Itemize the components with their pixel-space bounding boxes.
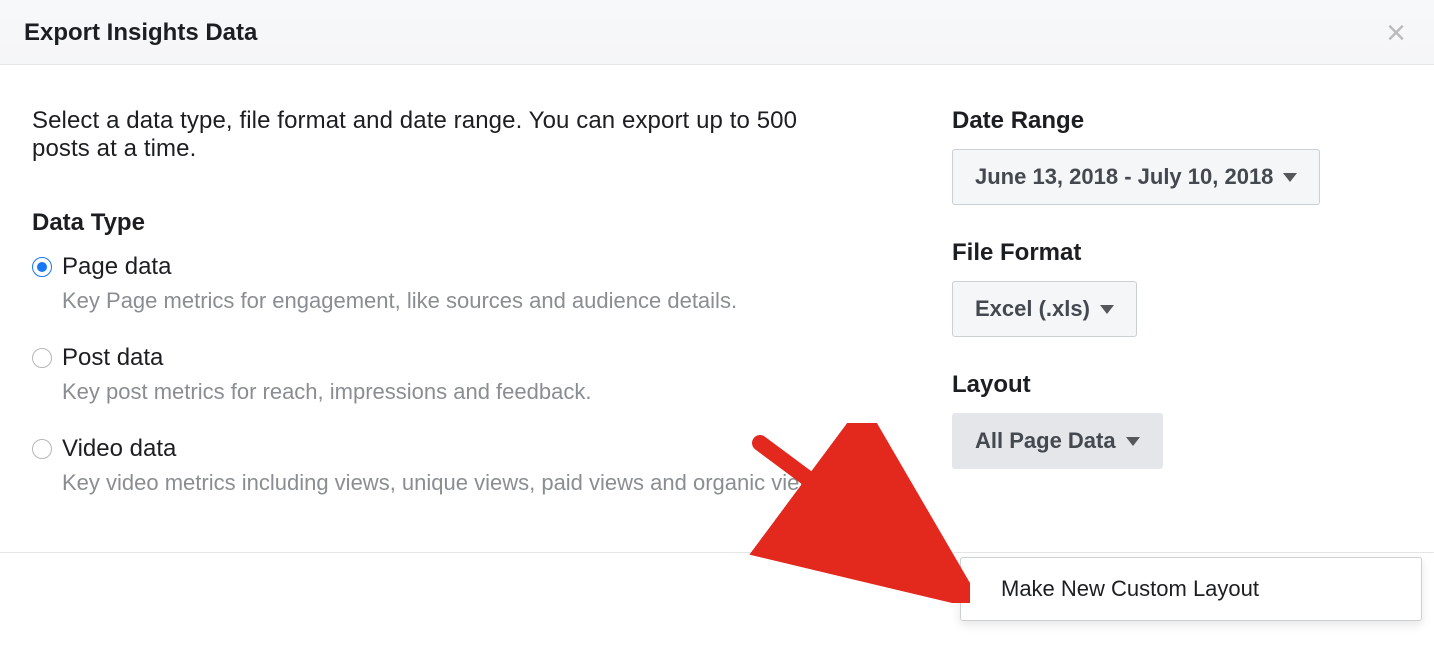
date-range-dropdown[interactable]: June 13, 2018 - July 10, 2018 — [952, 149, 1320, 205]
radio-label: Video data — [62, 433, 842, 464]
date-range-value: June 13, 2018 - July 10, 2018 — [975, 164, 1273, 190]
radio-option-video-data[interactable]: Video data Key video metrics including v… — [32, 433, 842, 498]
radio-desc: Key Page metrics for engagement, like so… — [62, 286, 842, 316]
radio-desc: Key video metrics including views, uniqu… — [62, 468, 842, 498]
radio-icon — [32, 348, 52, 368]
date-range-section: Date Range June 13, 2018 - July 10, 2018 — [952, 107, 1402, 205]
dialog-header: Export Insights Data × — [0, 0, 1434, 65]
file-format-section: File Format Excel (.xls) — [952, 239, 1402, 337]
dialog-body: Select a data type, file format and date… — [0, 65, 1434, 553]
section-heading-date-range: Date Range — [952, 107, 1402, 135]
file-format-value: Excel (.xls) — [975, 296, 1090, 322]
caret-down-icon — [1126, 437, 1140, 446]
layout-dropdown[interactable]: All Page Data — [952, 413, 1163, 469]
data-type-radio-group: Page data Key Page metrics for engagemen… — [32, 251, 842, 498]
layout-value: All Page Data — [975, 428, 1116, 454]
radio-icon — [32, 257, 52, 277]
menu-item-make-new-custom-layout[interactable]: Make New Custom Layout — [961, 560, 1421, 618]
radio-desc: Key post metrics for reach, impressions … — [62, 377, 842, 407]
radio-texts: Post data Key post metrics for reach, im… — [62, 342, 842, 407]
close-icon[interactable]: × — [1382, 16, 1410, 50]
radio-option-page-data[interactable]: Page data Key Page metrics for engagemen… — [32, 251, 842, 316]
radio-label: Post data — [62, 342, 842, 373]
radio-label: Page data — [62, 251, 842, 282]
file-format-dropdown[interactable]: Excel (.xls) — [952, 281, 1137, 337]
caret-down-icon — [1283, 173, 1297, 182]
layout-dropdown-menu: Make New Custom Layout — [960, 557, 1422, 621]
right-column: Date Range June 13, 2018 - July 10, 2018… — [952, 107, 1402, 524]
section-heading-file-format: File Format — [952, 239, 1402, 267]
radio-texts: Page data Key Page metrics for engagemen… — [62, 251, 842, 316]
layout-section: Layout All Page Data — [952, 371, 1402, 469]
dialog-title: Export Insights Data — [24, 19, 257, 47]
section-heading-data-type: Data Type — [32, 209, 842, 237]
left-column: Select a data type, file format and date… — [32, 107, 842, 524]
radio-texts: Video data Key video metrics including v… — [62, 433, 842, 498]
radio-icon — [32, 439, 52, 459]
intro-text: Select a data type, file format and date… — [32, 107, 842, 163]
caret-down-icon — [1100, 305, 1114, 314]
section-heading-layout: Layout — [952, 371, 1402, 399]
radio-option-post-data[interactable]: Post data Key post metrics for reach, im… — [32, 342, 842, 407]
